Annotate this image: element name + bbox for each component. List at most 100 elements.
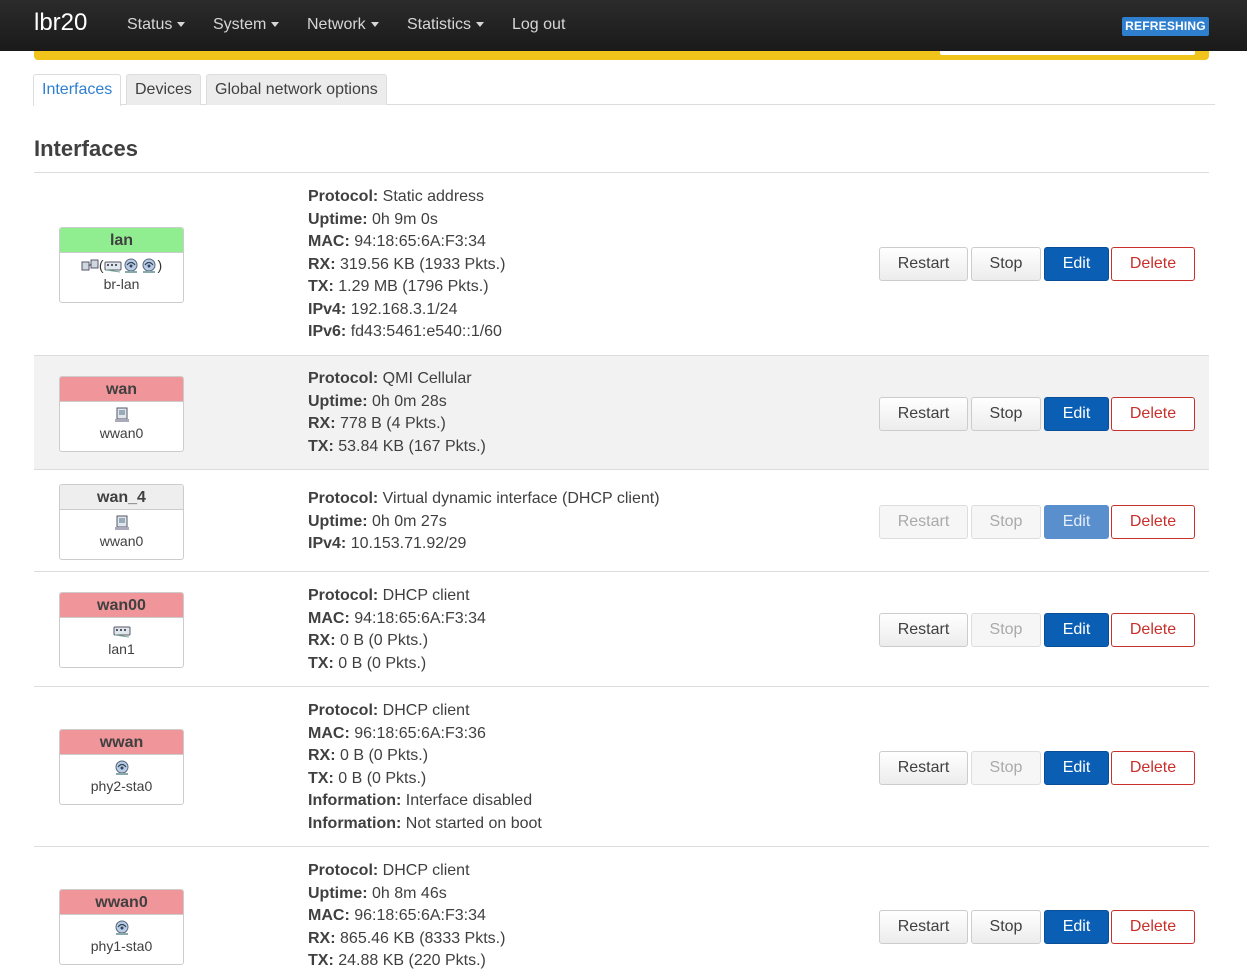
- delete-button[interactable]: Delete: [1111, 613, 1195, 647]
- interface-badge-wan-4[interactable]: wan_4 wwan0: [59, 484, 184, 560]
- interface-details: Protocol: Virtual dynamic interface (DHC…: [308, 488, 660, 556]
- stop-button[interactable]: Stop: [971, 751, 1041, 785]
- interface-device-icons: [60, 755, 183, 777]
- delete-button[interactable]: Delete: [1111, 397, 1195, 431]
- detail-label: Uptime:: [308, 512, 368, 530]
- restart-button[interactable]: Restart: [879, 247, 968, 281]
- restart-button[interactable]: Restart: [879, 613, 968, 647]
- stop-button[interactable]: Stop: [971, 505, 1041, 539]
- interface-device: br-lan: [103, 276, 140, 292]
- restart-button[interactable]: Restart: [879, 505, 968, 539]
- detail-label: Information:: [308, 814, 402, 832]
- interface-name: wwan0: [60, 890, 183, 915]
- detail-line: Uptime: 0h 0m 28s: [308, 391, 486, 414]
- delete-button[interactable]: Delete: [1111, 910, 1195, 944]
- nav-status-menu[interactable]: Status: [127, 16, 186, 34]
- interface-details: Protocol: DHCP client Uptime: 0h 8m 46s …: [308, 860, 505, 973]
- edit-button[interactable]: Edit: [1044, 910, 1109, 944]
- refreshing-badge[interactable]: REFRESHING: [1122, 17, 1209, 36]
- restart-button[interactable]: Restart: [879, 397, 968, 431]
- interface-row-wwan0: wwan0 phy1-sta0 Protocol: DHCP client Up…: [34, 846, 1209, 978]
- detail-value: 778 B (4 Pkts.): [340, 415, 446, 432]
- detail-line: IPv4: 192.168.3.1/24: [308, 299, 505, 322]
- brand-logo[interactable]: lbr20: [34, 9, 87, 37]
- delete-button[interactable]: Delete: [1111, 751, 1195, 785]
- stop-button[interactable]: Stop: [971, 247, 1041, 281]
- detail-line: TX: 0 B (0 Pkts.): [308, 653, 486, 676]
- detail-line: TX: 1.29 MB (1796 Pkts.): [308, 276, 505, 299]
- tab-devices[interactable]: Devices: [126, 74, 201, 105]
- detail-line: TX: 0 B (0 Pkts.): [308, 768, 542, 791]
- nav-logout-link[interactable]: Log out: [512, 16, 565, 34]
- detail-value: 0 B (0 Pkts.): [338, 769, 427, 787]
- interface-row-wwan: wwan phy2-sta0 Protocol: DHCP client MAC…: [34, 686, 1209, 846]
- detail-value: 10.153.71.92/29: [350, 535, 467, 552]
- nav-network-menu[interactable]: Network: [307, 16, 379, 34]
- detail-value: 0h 0m 28s: [372, 392, 447, 410]
- bridge-icon: [81, 259, 99, 271]
- detail-label: IPv4:: [308, 535, 347, 552]
- detail-line: IPv6: fd43:5461:e540::1/60: [308, 321, 505, 344]
- detail-label: IPv4:: [308, 300, 347, 318]
- detail-value: 0h 8m 46s: [372, 884, 447, 902]
- alert-banner-field: [940, 51, 1195, 55]
- detail-line: RX: 865.46 KB (8333 Pkts.): [308, 928, 505, 951]
- nav-statistics-menu[interactable]: Statistics: [407, 16, 485, 34]
- wifi-icon: [115, 920, 128, 936]
- tab-interfaces[interactable]: Interfaces: [33, 74, 122, 106]
- interface-row-wan00: wan00 lan1 Protocol: DHCP client MAC: 94…: [34, 571, 1209, 686]
- edit-button[interactable]: Edit: [1044, 247, 1109, 281]
- tab-global-network-options[interactable]: Global network options: [206, 74, 387, 105]
- detail-line: MAC: 94:18:65:6A:F3:34: [308, 608, 486, 631]
- chevron-down-icon: [476, 22, 485, 28]
- stop-button[interactable]: Stop: [971, 613, 1041, 647]
- detail-value: 96:18:65:6A:F3:36: [354, 724, 486, 742]
- detail-value: Virtual dynamic interface (DHCP client): [382, 490, 660, 507]
- delete-button[interactable]: Delete: [1111, 505, 1195, 539]
- wifi-icon: [115, 760, 128, 776]
- detail-line: Information: Not started on boot: [308, 813, 542, 836]
- detail-label: TX:: [308, 278, 334, 295]
- wifi-icon: [142, 258, 155, 274]
- stop-button[interactable]: Stop: [971, 910, 1041, 944]
- interface-badge-wan00[interactable]: wan00 lan1: [59, 592, 184, 668]
- detail-label: MAC:: [308, 233, 350, 250]
- interface-badge-wwan0[interactable]: wwan0 phy1-sta0: [59, 889, 184, 965]
- interface-name: wan_4: [60, 485, 183, 510]
- chevron-down-icon: [271, 22, 280, 28]
- detail-line: RX: 0 B (0 Pkts.): [308, 630, 486, 653]
- interface-details: Protocol: Static address Uptime: 0h 9m 0…: [308, 186, 505, 344]
- edit-button[interactable]: Edit: [1044, 751, 1109, 785]
- detail-label: MAC:: [308, 724, 350, 742]
- restart-button[interactable]: Restart: [879, 751, 968, 785]
- detail-line: Protocol: QMI Cellular: [308, 368, 486, 391]
- detail-value: 0 B (0 Pkts.): [338, 654, 427, 672]
- detail-label: RX:: [308, 747, 336, 764]
- detail-line: TX: 53.84 KB (167 Pkts.): [308, 436, 486, 459]
- detail-value: QMI Cellular: [382, 370, 472, 387]
- detail-line: Uptime: 0h 8m 46s: [308, 883, 505, 906]
- detail-value: Interface disabled: [405, 792, 533, 809]
- detail-value: 0 B (0 Pkts.): [340, 632, 429, 649]
- interface-badge-wan[interactable]: wan wwan0: [59, 376, 184, 452]
- detail-line: Protocol: DHCP client: [308, 700, 542, 723]
- restart-button[interactable]: Restart: [879, 910, 968, 944]
- edit-button[interactable]: Edit: [1044, 397, 1109, 431]
- interface-badge-wwan[interactable]: wwan phy2-sta0: [59, 729, 184, 805]
- edit-button[interactable]: Edit: [1044, 613, 1109, 647]
- detail-label: TX:: [308, 437, 334, 455]
- interface-name: wan00: [60, 593, 183, 618]
- nav-statistics-label: Statistics: [407, 16, 472, 33]
- interface-badge-lan[interactable]: lan () br-lan: [59, 227, 184, 303]
- stop-button[interactable]: Stop: [971, 397, 1041, 431]
- detail-line: Protocol: Static address: [308, 186, 505, 209]
- edit-button[interactable]: Edit: [1044, 505, 1109, 539]
- detail-value: 0h 0m 27s: [372, 512, 447, 530]
- detail-line: TX: 24.88 KB (220 Pkts.): [308, 950, 505, 973]
- nav-system-menu[interactable]: System: [213, 16, 280, 34]
- interface-details: Protocol: DHCP client MAC: 96:18:65:6A:F…: [308, 700, 542, 835]
- interface-row-wan-4: wan_4 wwan0 Protocol: Virtual dynamic in…: [34, 469, 1209, 571]
- nav-logout-label: Log out: [512, 16, 566, 33]
- chevron-down-icon: [177, 22, 186, 28]
- delete-button[interactable]: Delete: [1111, 247, 1195, 281]
